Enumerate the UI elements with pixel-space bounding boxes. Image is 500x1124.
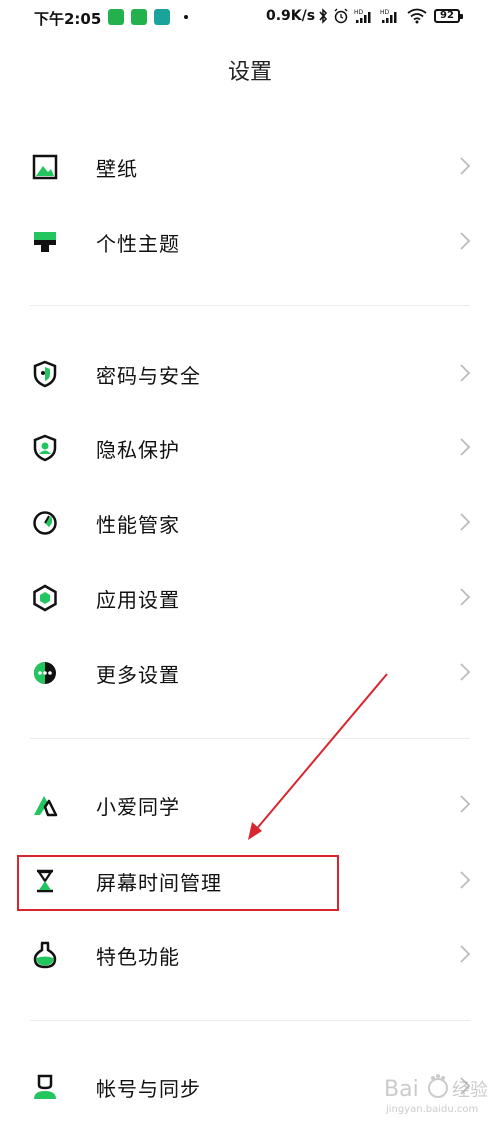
section-divider <box>30 738 470 739</box>
highlight-box <box>17 855 339 911</box>
settings-item-label: 更多设置 <box>96 663 180 687</box>
settings-item-label: 应用设置 <box>96 588 180 612</box>
baidu-jingyan-watermark-logo: Bai 经验 jingyan.baidu.com <box>384 1074 488 1115</box>
chevron-right-icon <box>460 663 471 681</box>
svg-text:HD: HD <box>380 9 390 16</box>
settings-item-label: 帐号与同步 <box>96 1077 201 1101</box>
chevron-right-icon <box>460 232 471 250</box>
account-icon <box>34 1074 56 1099</box>
settings-item-xiaoai[interactable]: 小爱同学 <box>0 775 500 835</box>
wechat-notification-icon <box>131 9 147 25</box>
page-title: 设置 <box>227 60 272 85</box>
settings-item-special-features[interactable]: 特色功能 <box>0 925 500 985</box>
status-bar: 下午2:05 0.9K/s HD HD 92 <box>0 0 500 34</box>
chevron-right-icon <box>460 364 471 382</box>
svg-text:HD: HD <box>354 9 364 16</box>
chevron-right-icon <box>460 945 471 963</box>
chevron-right-icon <box>460 513 471 531</box>
settings-item-label: 壁纸 <box>96 157 138 181</box>
settings-item-app-settings[interactable]: 应用设置 <box>0 568 500 628</box>
performance-gauge-icon <box>33 511 57 535</box>
chevron-right-icon <box>460 871 471 889</box>
chevron-right-icon <box>460 438 471 456</box>
svg-text:经验: 经验 <box>452 1080 488 1101</box>
wallpaper-icon <box>32 154 58 180</box>
section-divider <box>30 305 470 306</box>
wifi-icon <box>407 8 427 24</box>
settings-item-wallpaper[interactable]: 壁纸 <box>0 137 500 197</box>
privacy-shield-icon <box>33 434 57 462</box>
settings-item-label: 小爱同学 <box>96 795 180 819</box>
chevron-right-icon <box>460 588 471 606</box>
settings-item-password-security[interactable]: 密码与安全 <box>0 344 500 404</box>
settings-item-label: 特色功能 <box>96 945 180 969</box>
signal-hd-icon-2: HD <box>380 9 397 23</box>
theme-icon <box>34 232 56 252</box>
network-speed: 0.9K/s <box>266 8 316 24</box>
alarm-icon <box>334 8 348 24</box>
wechat-notification-icon <box>108 9 124 25</box>
svg-text:Bai: Bai <box>384 1077 419 1102</box>
battery-indicator: 92 <box>434 9 463 23</box>
xiaoai-icon <box>34 796 58 817</box>
settings-item-label: 性能管家 <box>96 513 180 537</box>
chevron-right-icon <box>460 157 471 175</box>
more-dots-icon <box>34 662 56 684</box>
shield-lock-icon <box>33 360 57 388</box>
signal-hd-icon: HD <box>354 9 371 23</box>
message-notification-icon <box>154 9 170 25</box>
more-notifications-icon <box>184 15 188 19</box>
section-divider <box>30 1020 470 1021</box>
settings-item-label: 隐私保护 <box>96 438 180 462</box>
settings-item-theme[interactable]: 个性主题 <box>0 212 500 272</box>
hexagon-icon <box>33 584 57 612</box>
chevron-right-icon <box>460 795 471 813</box>
settings-item-more-settings[interactable]: 更多设置 <box>0 643 500 703</box>
svg-text:jingyan.baidu.com: jingyan.baidu.com <box>385 1104 478 1115</box>
settings-item-label: 个性主题 <box>96 232 180 256</box>
settings-item-privacy[interactable]: 隐私保护 <box>0 418 500 478</box>
flask-icon <box>33 941 57 969</box>
bluetooth-icon <box>319 8 328 24</box>
settings-item-performance[interactable]: 性能管家 <box>0 493 500 553</box>
status-time: 下午2:05 <box>34 10 102 28</box>
settings-item-label: 密码与安全 <box>96 364 201 388</box>
